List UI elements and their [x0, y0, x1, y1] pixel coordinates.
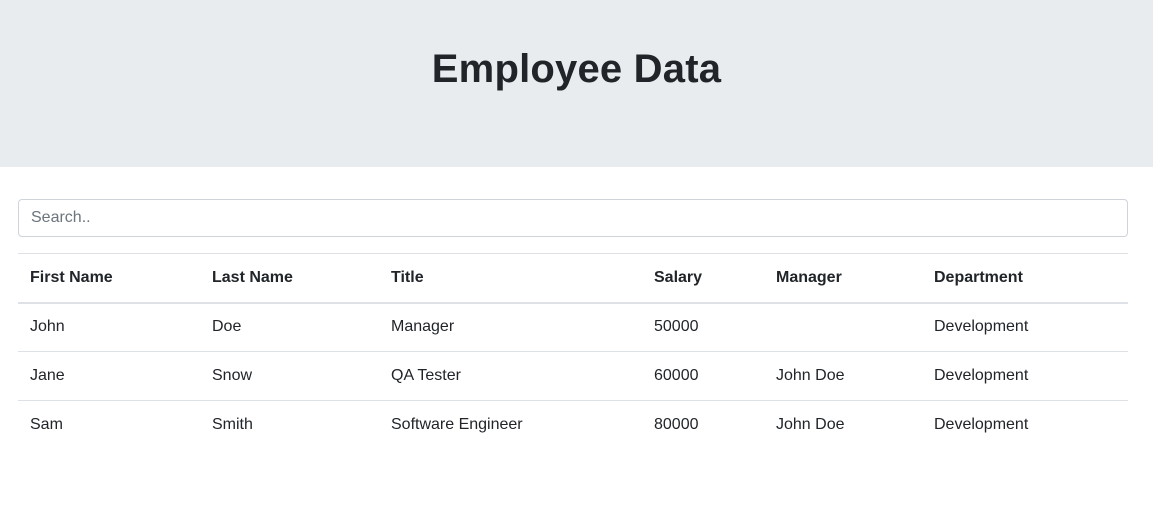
column-header-first-name[interactable]: First Name	[18, 253, 200, 304]
column-header-title[interactable]: Title	[379, 253, 642, 304]
header-row: First Name Last Name Title Salary Manage…	[18, 253, 1128, 304]
column-header-manager[interactable]: Manager	[764, 253, 922, 304]
cell-salary: 50000	[654, 318, 699, 336]
cell-title: QA Tester	[379, 351, 642, 401]
cell-department: Development	[922, 351, 1128, 401]
page-title: Employee Data	[431, 47, 722, 91]
cell-manager: John Doe	[764, 351, 922, 401]
cell-title: Software Engineer	[379, 400, 642, 450]
table-body: John Doe Manager 50000 Development Jane …	[18, 303, 1128, 450]
cell-manager	[764, 303, 922, 352]
table-row: Jane Snow QA Tester 60000 John Doe Devel…	[18, 351, 1128, 401]
cell-salary: 60000	[642, 351, 764, 401]
table-row: John Doe Manager 50000 Development	[18, 303, 1128, 352]
cell-title: Manager	[391, 318, 455, 336]
search-input[interactable]	[18, 199, 1128, 237]
cell-department: Development	[934, 318, 1029, 336]
page-header: Employee Data	[0, 0, 1153, 167]
column-header-department[interactable]: Department	[922, 253, 1128, 304]
cell-first-name: John	[30, 318, 65, 336]
cell-last-name: Smith	[200, 400, 379, 450]
cell-last-name: Snow	[200, 351, 379, 401]
cell-last-name: Doe	[212, 318, 242, 336]
cell-manager: John Doe	[764, 400, 922, 450]
cell-department: Development	[922, 400, 1128, 450]
table-header: First Name Last Name Title Salary Manage…	[18, 253, 1128, 304]
table-row: Sam Smith Software Engineer 80000 John D…	[18, 400, 1128, 450]
column-header-last-name[interactable]: Last Name	[200, 253, 379, 304]
cell-first-name: Jane	[18, 351, 200, 401]
employee-table: First Name Last Name Title Salary Manage…	[18, 253, 1128, 450]
column-header-salary[interactable]: Salary	[642, 253, 764, 304]
cell-salary: 80000	[642, 400, 764, 450]
cell-first-name: Sam	[18, 400, 200, 450]
